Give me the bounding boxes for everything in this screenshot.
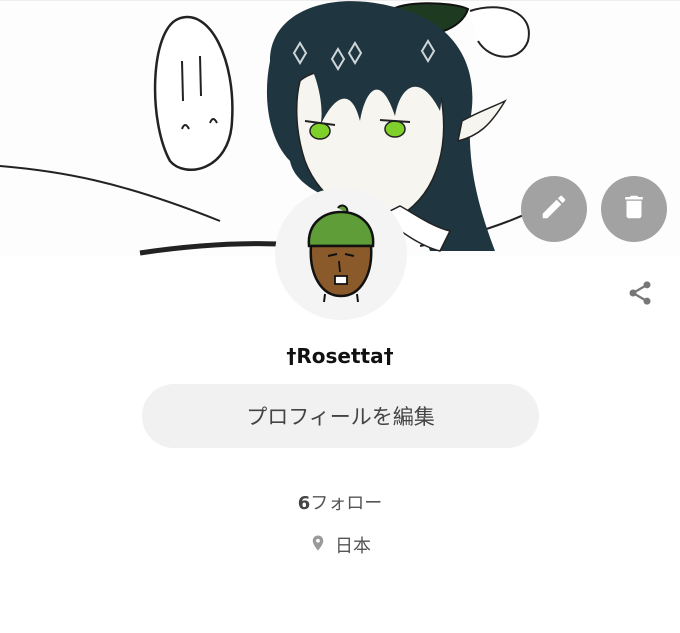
share-icon (626, 279, 654, 311)
edit-profile-button[interactable]: プロフィールを編集 (142, 384, 539, 448)
username: †Rosetta† (286, 344, 394, 368)
location: 日本 (0, 532, 680, 558)
location-pin-icon (309, 533, 327, 558)
follow-link[interactable]: 6フォロー (0, 489, 680, 515)
share-button[interactable] (622, 279, 658, 311)
location-text: 日本 (335, 536, 371, 557)
acorn-avatar-illustration (307, 204, 375, 303)
delete-cover-button[interactable] (601, 176, 667, 242)
trash-icon (619, 192, 649, 226)
pencil-icon (539, 192, 569, 226)
avatar[interactable] (275, 188, 407, 320)
edit-cover-button[interactable] (521, 176, 587, 242)
follow-label: フォロー (310, 493, 383, 514)
follow-count: 6 (297, 493, 311, 514)
